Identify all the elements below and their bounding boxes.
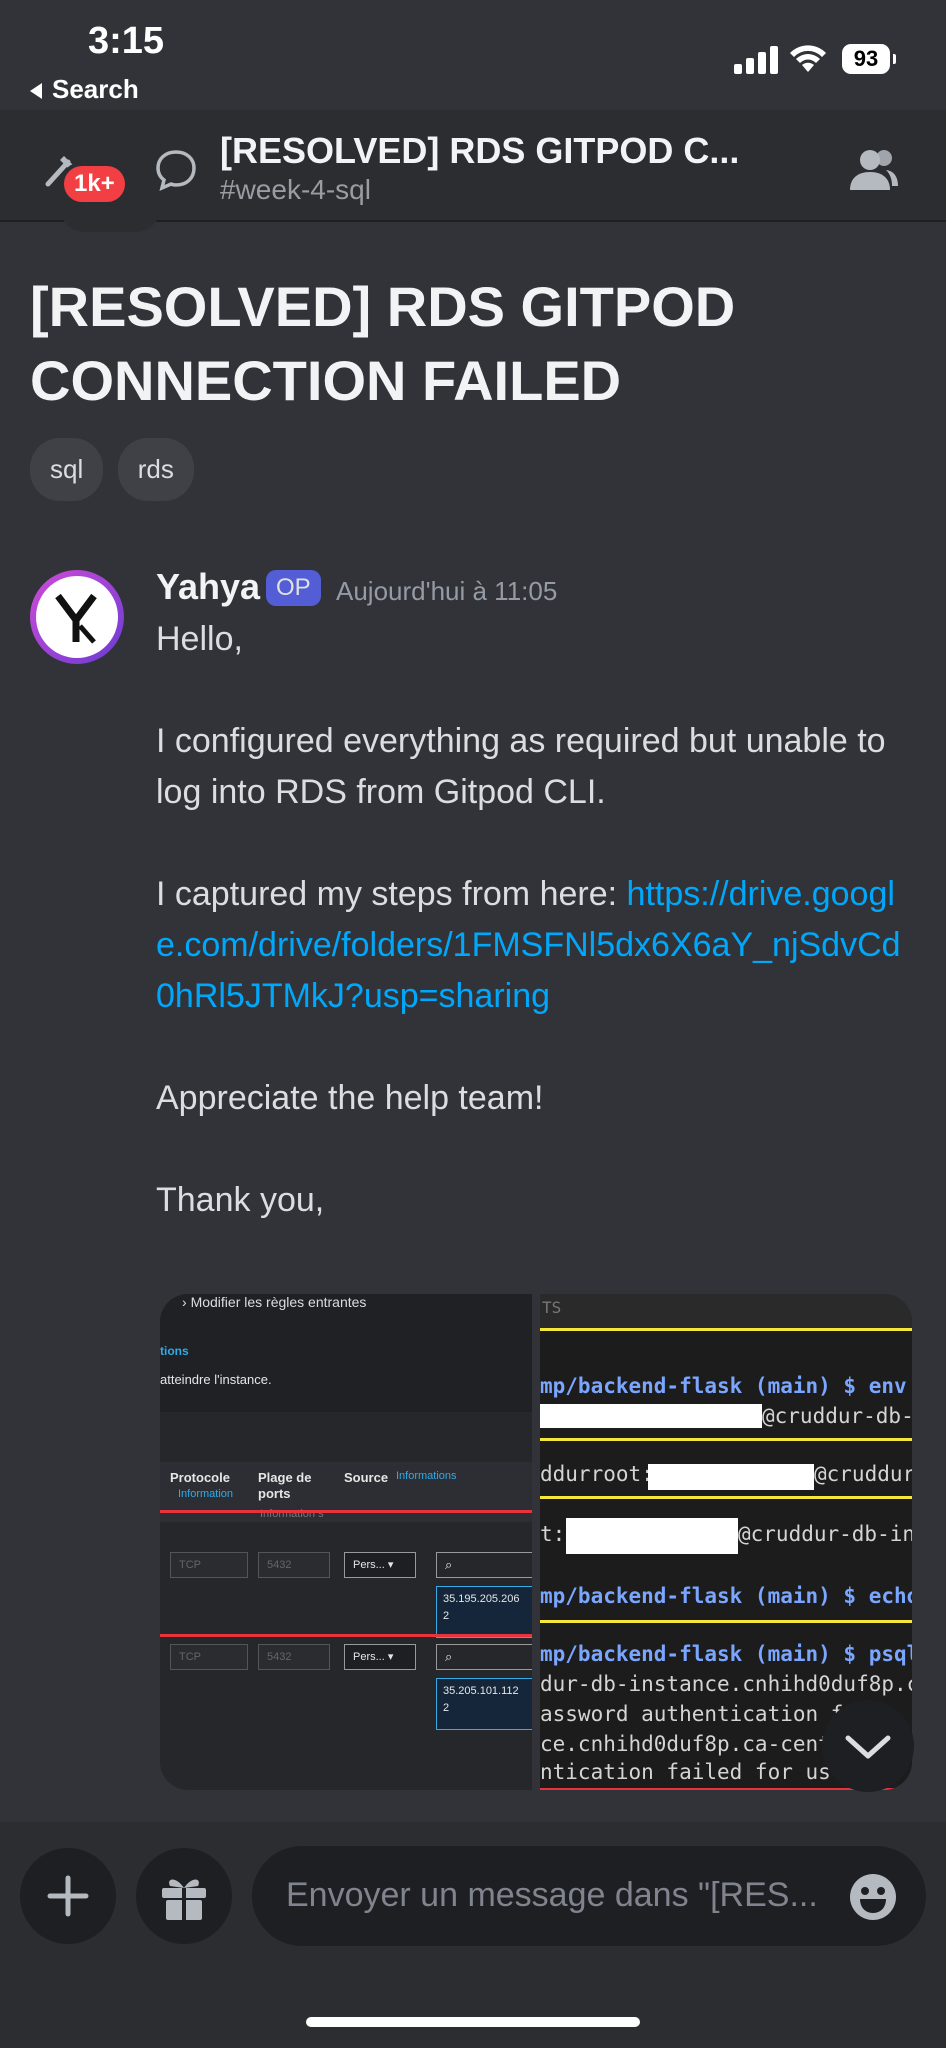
tag-sql[interactable]: sql (30, 438, 104, 501)
wifi-icon (790, 45, 826, 72)
rule-protocol: TCP (170, 1552, 248, 1578)
thread-title: [RESOLVED] RDS GITPOD C... (220, 130, 740, 171)
redacted-block (566, 1518, 738, 1554)
terminal-line: assword authentication f (540, 1702, 844, 1726)
rule-ip: 35.195.205.206 2 (436, 1586, 532, 1638)
col-source-info: Informations (396, 1470, 457, 1482)
status-bar: 3:15 Search 93 (0, 0, 946, 110)
console-link-text: tions (160, 1344, 189, 1358)
redacted-block (648, 1464, 814, 1490)
message-paragraph: I configured everything as required but … (156, 722, 886, 811)
console-text: atteindre l'instance. (160, 1372, 272, 1387)
chevron-down-icon (845, 1735, 891, 1759)
col-protocol-info: Information (178, 1488, 234, 1500)
terminal-header: TS (542, 1298, 562, 1317)
back-arrow-icon (30, 83, 42, 100)
link-prefix: I captured my steps from here: (156, 875, 627, 913)
terminal-line: mp/backend-flask (main) $ env (540, 1374, 907, 1398)
home-indicator[interactable] (306, 2017, 640, 2027)
terminal-line: ddurroot: (540, 1462, 654, 1486)
message-timestamp: Aujourd'hui à 11:05 (336, 576, 558, 606)
message-composer: Envoyer un message dans "[RES... (0, 1822, 946, 2048)
back-label: Search (52, 74, 139, 104)
greeting-line: Hello, (156, 620, 243, 658)
terminal-line: ce.cnhihd0duf8p.ca-cent (540, 1732, 831, 1756)
col-ports: Plage de ports (258, 1470, 312, 1501)
rule-ip: 35.205.101.112 2 (436, 1678, 532, 1730)
author-name[interactable]: Yahya (156, 566, 260, 608)
rule-port: 5432 (258, 1644, 330, 1670)
cellular-signal-icon (734, 44, 778, 74)
gift-button[interactable] (136, 1848, 232, 1944)
message-input[interactable]: Envoyer un message dans "[RES... (252, 1846, 926, 1946)
op-badge: OP (266, 570, 321, 606)
terminal-line: t: (540, 1522, 566, 1546)
channel-name[interactable]: #week-4-sql (220, 174, 371, 206)
avatar[interactable] (30, 570, 124, 664)
terminal-line: @cruddur-db- (762, 1404, 912, 1428)
clock: 3:15 (88, 20, 165, 62)
terminal-line: @cruddur-db-in (738, 1522, 912, 1546)
rule-port: 5432 (258, 1552, 330, 1578)
terminal-line: ntication failed for us (540, 1760, 831, 1784)
col-protocol: Protocole (170, 1470, 230, 1485)
header-pull-tab (60, 208, 160, 232)
gift-icon (162, 1879, 206, 1920)
message-input-placeholder: Envoyer un message dans "[RES... (286, 1876, 818, 1914)
message-paragraph: I captured my steps from here: https://d… (156, 869, 916, 1022)
rule-protocol: TCP (170, 1644, 248, 1670)
scroll-to-bottom-button[interactable] (822, 1700, 914, 1792)
col-ports-info: Information s (260, 1508, 324, 1520)
message-body: Hello, I configured everything as requir… (156, 614, 916, 1277)
add-attachment-button[interactable] (20, 1848, 116, 1944)
signoff-line: Thank you, (156, 1181, 325, 1219)
battery-indicator: 93 (842, 44, 896, 74)
post-title: [RESOLVED] RDS GITPOD CONNECTION FAILED (30, 275, 736, 412)
redacted-block (540, 1404, 762, 1428)
members-icon[interactable] (846, 144, 900, 198)
plus-icon (47, 1875, 89, 1917)
thread-icon (156, 150, 196, 192)
avatar-logo-icon (55, 593, 97, 644)
attachment-console-screenshot[interactable]: › Modifier les règles entrantes tions at… (160, 1294, 532, 1790)
terminal-line: mp/backend-flask (main) $ psql (540, 1642, 912, 1666)
emoji-icon[interactable] (848, 1872, 898, 1922)
tag-list: sql rds (30, 438, 204, 501)
thread-header: 1k+ [RESOLVED] RDS GITPOD C... #week-4-s… (0, 110, 946, 222)
tag-rds[interactable]: rds (117, 438, 194, 501)
rule-source-select: Pers... ▾ (344, 1552, 416, 1578)
message-paragraph: Appreciate the help team! (156, 1079, 544, 1117)
col-source: Source (344, 1470, 389, 1485)
terminal-line: mp/backend-flask (main) $ echo (540, 1584, 912, 1608)
console-header: › Modifier les règles entrantes (182, 1294, 367, 1310)
search-icon: ⌕ (436, 1552, 532, 1578)
search-icon: ⌕ (436, 1644, 532, 1670)
terminal-line: dur-db-instance.cnhihd0duf8p.c (540, 1672, 912, 1696)
back-to-search[interactable]: Search (30, 74, 139, 105)
terminal-line: @cruddur (814, 1462, 912, 1486)
rule-source-select: Pers... ▾ (344, 1644, 416, 1670)
notification-badge: 1k+ (60, 162, 129, 206)
